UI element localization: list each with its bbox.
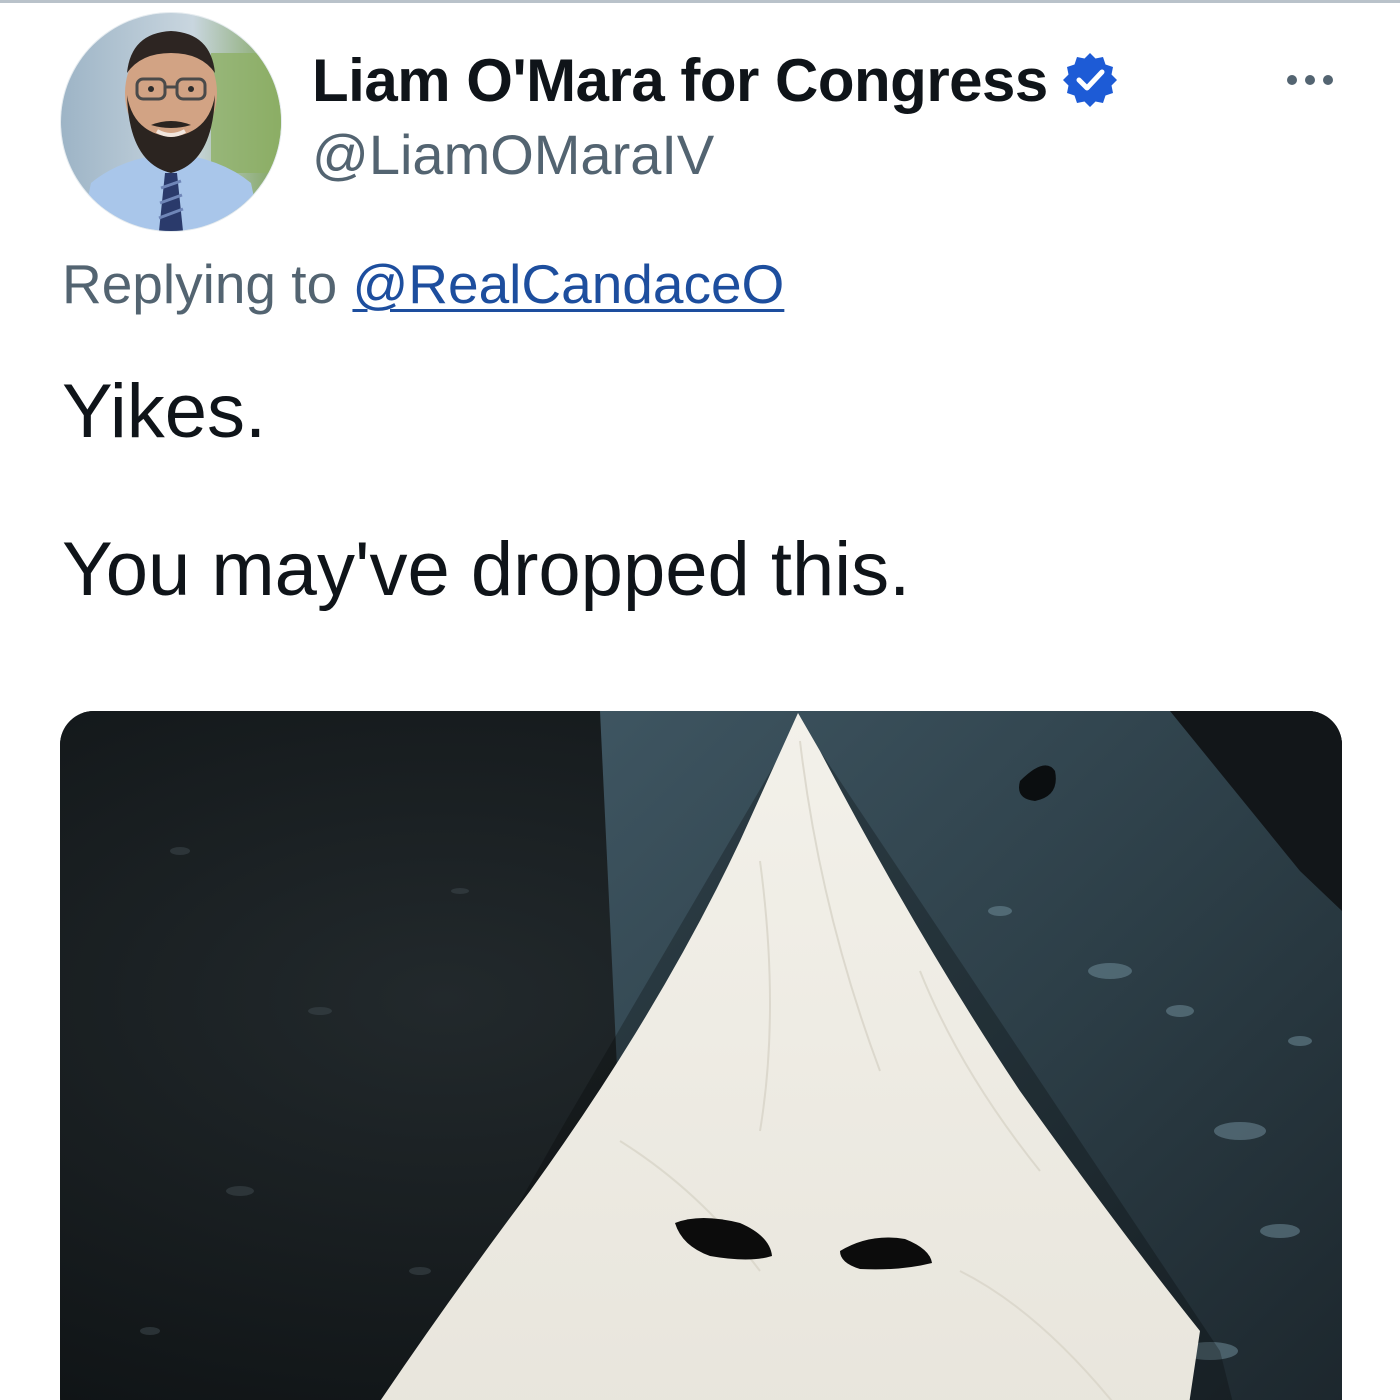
more-options-button[interactable] (1270, 50, 1350, 110)
author-display-name[interactable]: Liam O'Mara for Congress (312, 46, 1048, 115)
tweet-text-line: Yikes. (62, 369, 267, 454)
tweet-media-photo[interactable] (60, 711, 1342, 1400)
hood-photo (60, 711, 1342, 1400)
replying-to-line: Replying to @RealCandaceO (62, 252, 784, 316)
more-dot-icon (1305, 75, 1315, 85)
author-name-row[interactable]: Liam O'Mara for Congress (312, 40, 1118, 120)
tweet-text-line: You may've dropped this. (62, 527, 911, 612)
reply-mention-link[interactable]: @RealCandaceO (352, 253, 784, 315)
avatar[interactable] (60, 12, 282, 232)
avatar-photo (61, 13, 281, 231)
replying-to-label: Replying to (62, 253, 353, 315)
author-handle[interactable]: @LiamOMaraIV (312, 122, 714, 187)
top-divider (0, 0, 1400, 3)
more-dot-icon (1323, 75, 1333, 85)
verified-badge-icon (1062, 52, 1118, 108)
tweet-page: Liam O'Mara for Congress @LiamOMaraIV Re… (0, 0, 1400, 1400)
more-dot-icon (1287, 75, 1297, 85)
